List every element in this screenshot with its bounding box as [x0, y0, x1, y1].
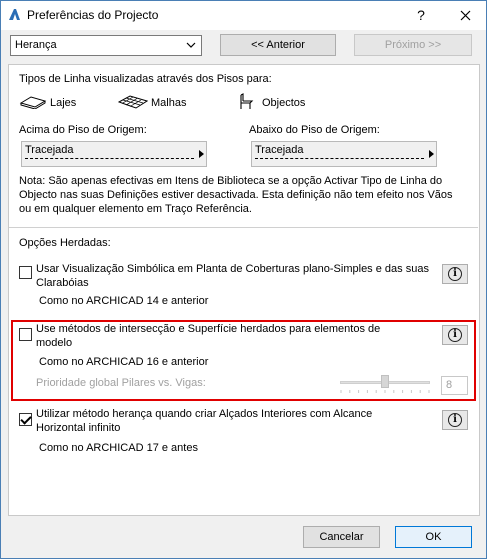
close-icon	[460, 10, 470, 20]
window-title: Preferências do Projecto	[27, 8, 159, 22]
slab-label: Lajes	[50, 97, 77, 109]
option-3-label-line-2: Horizontal infinito	[36, 422, 121, 434]
dashed-line-preview	[25, 158, 194, 159]
option-1-subtext: Como no ARCHICAD 14 e anterior	[39, 295, 209, 307]
option-1-info-button[interactable]: i	[442, 264, 468, 284]
info-icon: i	[448, 267, 462, 281]
object-label: Objectos	[262, 97, 306, 109]
mesh-label: Malhas	[151, 97, 187, 109]
note-line-1: Nota: São apenas efectivas em Itens de B…	[19, 175, 443, 187]
ok-button[interactable]: OK	[395, 526, 472, 548]
option-1-checkbox[interactable]	[19, 266, 32, 279]
option-3-info-button[interactable]: i	[442, 410, 468, 430]
option-1-label-line-1: Usar Visualização Simbólica em Planta de…	[36, 263, 429, 275]
priority-label: Prioridade global Pilares vs. Vigas:	[36, 377, 206, 389]
title-bar: Preferências do Projecto ?	[1, 1, 486, 30]
option-2-info-button[interactable]: i	[442, 325, 468, 345]
above-linetype-select[interactable]: Tracejada	[21, 141, 207, 167]
section-divider	[9, 227, 478, 228]
inherited-heading: Opções Herdadas:	[19, 237, 111, 249]
priority-slider-ticks	[340, 390, 430, 393]
note-line-3: ou em qualquer elemento em Traço Referên…	[19, 203, 252, 215]
help-button[interactable]: ?	[403, 1, 439, 29]
archicad-app-icon	[9, 9, 20, 20]
category-select-value: Herança	[15, 39, 57, 51]
question-icon: ?	[417, 7, 425, 23]
option-3-label-line-1: Utilizar método herança quando criar Alç…	[36, 408, 373, 420]
priority-slider-handle[interactable]	[381, 375, 389, 388]
object-icon	[240, 93, 254, 109]
line-types-heading: Tipos de Linha visualizadas através dos …	[19, 73, 272, 85]
below-linetype-select[interactable]: Tracejada	[251, 141, 437, 167]
preferences-dialog: Preferências do Projecto ? Herança << An…	[0, 0, 487, 559]
next-button[interactable]: Próximo >>	[354, 34, 472, 56]
previous-button[interactable]: << Anterior	[220, 34, 336, 56]
mesh-icon	[118, 95, 148, 109]
cancel-button[interactable]: Cancelar	[303, 526, 380, 548]
chevron-down-icon	[186, 42, 196, 48]
option-3-checkbox[interactable]	[19, 413, 32, 426]
below-linetype-value: Tracejada	[255, 144, 304, 156]
dashed-line-preview	[255, 158, 424, 159]
close-button[interactable]	[447, 1, 483, 29]
arrow-right-icon	[429, 150, 434, 158]
option-2-label-line-1: Use métodos de intersecção e Superfície …	[36, 323, 381, 335]
info-icon: i	[448, 328, 462, 342]
above-floor-label: Acima do Piso de Origem:	[19, 124, 147, 136]
above-linetype-value: Tracejada	[25, 144, 74, 156]
option-2-label-line-2: modelo	[36, 337, 73, 349]
slab-icon	[19, 96, 47, 109]
below-floor-label: Abaixo do Piso de Origem:	[249, 124, 380, 136]
arrow-right-icon	[199, 150, 204, 158]
info-icon: i	[448, 413, 462, 427]
note-line-2: Objecto nas suas Definições estiver desa…	[19, 189, 453, 201]
option-2-checkbox[interactable]	[19, 328, 32, 341]
priority-value-field[interactable]: 8	[441, 376, 468, 395]
category-select[interactable]: Herança	[10, 35, 202, 56]
option-3-subtext: Como no ARCHICAD 17 e antes	[39, 442, 198, 454]
option-1-label-line-2: Clarabóias	[36, 277, 89, 289]
option-2-subtext: Como no ARCHICAD 16 e anterior	[39, 356, 209, 368]
